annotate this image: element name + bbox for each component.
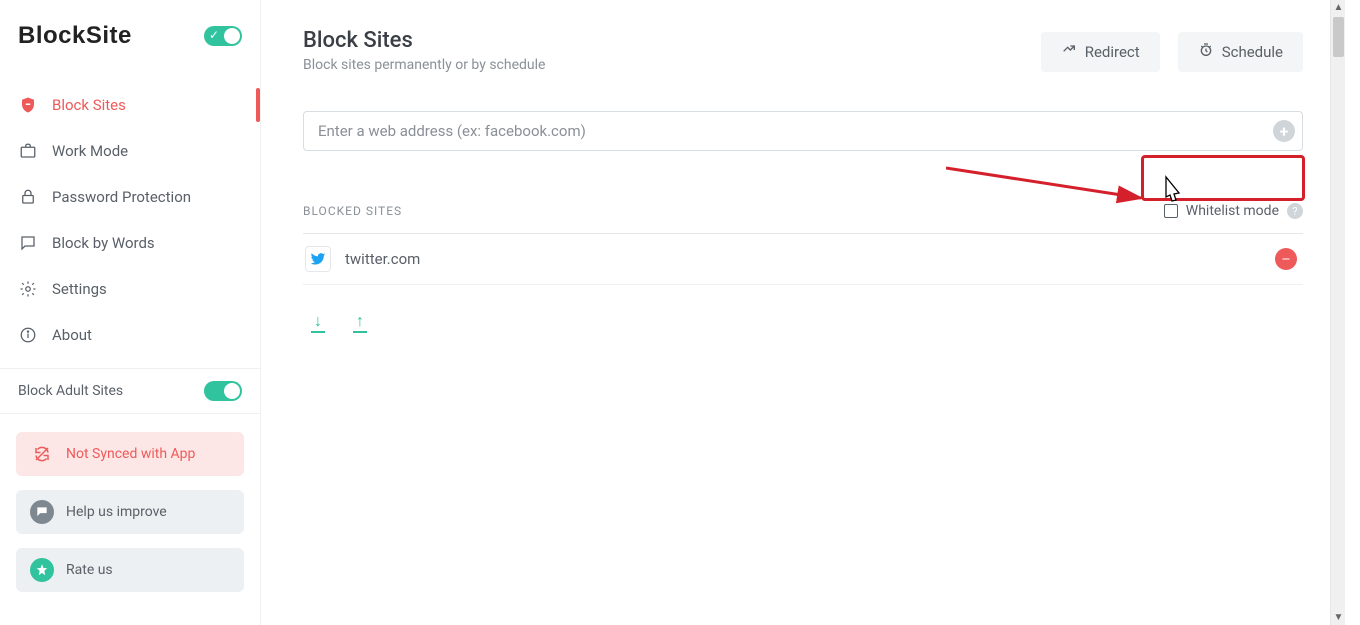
- not-synced-pill[interactable]: Not Synced with App: [16, 432, 244, 476]
- schedule-button[interactable]: Schedule: [1178, 32, 1303, 72]
- sidebar-item-settings[interactable]: Settings: [0, 266, 260, 312]
- sidebar-item-label: About: [52, 326, 92, 344]
- sidebar-nav: Block Sites Work Mode Password Protectio…: [0, 82, 260, 358]
- checkbox-icon: [1164, 204, 1178, 218]
- block-adult-row: Block Adult Sites: [0, 368, 260, 414]
- sidebar-item-label: Work Mode: [52, 142, 128, 160]
- help-icon[interactable]: ?: [1287, 203, 1303, 219]
- whitelist-label: Whitelist mode: [1186, 203, 1279, 219]
- blocked-sites-heading: BLOCKED SITES: [303, 204, 402, 218]
- sidebar-item-block-words[interactable]: Block by Words: [0, 220, 260, 266]
- sidebar-item-block-sites[interactable]: Block Sites: [0, 82, 260, 128]
- star-icon: [30, 558, 54, 582]
- scroll-up-icon[interactable]: ▲: [1331, 0, 1346, 15]
- sidebar-item-password[interactable]: Password Protection: [0, 174, 260, 220]
- annotation-highlight-box: [1141, 155, 1305, 201]
- sidebar-item-label: Settings: [52, 280, 107, 298]
- block-adult-label: Block Adult Sites: [18, 383, 123, 399]
- info-icon: [18, 325, 38, 345]
- speech-icon: [18, 233, 38, 253]
- master-toggle[interactable]: ✓: [204, 26, 242, 46]
- sidebar-item-label: Block by Words: [52, 234, 155, 252]
- shield-icon: [18, 95, 38, 115]
- rate-us-label: Rate us: [66, 562, 113, 578]
- schedule-label: Schedule: [1222, 43, 1283, 61]
- twitter-icon: [305, 246, 331, 272]
- page-title: Block Sites: [303, 28, 545, 53]
- help-improve-pill[interactable]: Help us improve: [16, 490, 244, 534]
- scroll-down-icon[interactable]: ▼: [1331, 610, 1346, 625]
- sidebar-item-label: Password Protection: [52, 188, 191, 206]
- main-panel: Block Sites Block sites permanently or b…: [261, 0, 1345, 625]
- whitelist-mode-toggle[interactable]: Whitelist mode ?: [1164, 197, 1303, 225]
- export-button[interactable]: ↑: [353, 313, 367, 333]
- lock-icon: [18, 187, 38, 207]
- gear-icon: [18, 279, 38, 299]
- sidebar: BlockSite ✓ Block Sites Work Mode: [0, 0, 260, 625]
- sidebar-item-label: Block Sites: [52, 96, 126, 114]
- redirect-button[interactable]: Redirect: [1041, 32, 1160, 72]
- feedback-icon: [30, 500, 54, 524]
- sync-off-icon: [30, 442, 54, 466]
- download-icon: ↓: [314, 313, 322, 329]
- blocked-site-row: twitter.com: [303, 234, 1303, 285]
- briefcase-icon: [18, 141, 38, 161]
- sidebar-item-work-mode[interactable]: Work Mode: [0, 128, 260, 174]
- rate-us-pill[interactable]: Rate us: [16, 548, 244, 592]
- app-logo: BlockSite: [18, 22, 132, 50]
- not-synced-label: Not Synced with App: [66, 446, 195, 462]
- add-site-button[interactable]: +: [1273, 120, 1295, 142]
- redirect-label: Redirect: [1085, 43, 1140, 61]
- help-improve-label: Help us improve: [66, 504, 167, 520]
- import-button[interactable]: ↓: [311, 313, 325, 333]
- redirect-icon: [1061, 42, 1077, 62]
- page-subtitle: Block sites permanently or by schedule: [303, 57, 545, 73]
- scroll-thumb[interactable]: [1333, 17, 1344, 57]
- address-input[interactable]: [303, 111, 1303, 151]
- scrollbar[interactable]: ▲ ▼: [1330, 0, 1345, 625]
- sidebar-item-about[interactable]: About: [0, 312, 260, 358]
- blocked-site-domain: twitter.com: [345, 250, 420, 268]
- block-adult-toggle[interactable]: [204, 381, 242, 401]
- remove-site-button[interactable]: [1275, 248, 1297, 270]
- clock-icon: [1198, 42, 1214, 62]
- upload-icon: ↑: [356, 313, 364, 329]
